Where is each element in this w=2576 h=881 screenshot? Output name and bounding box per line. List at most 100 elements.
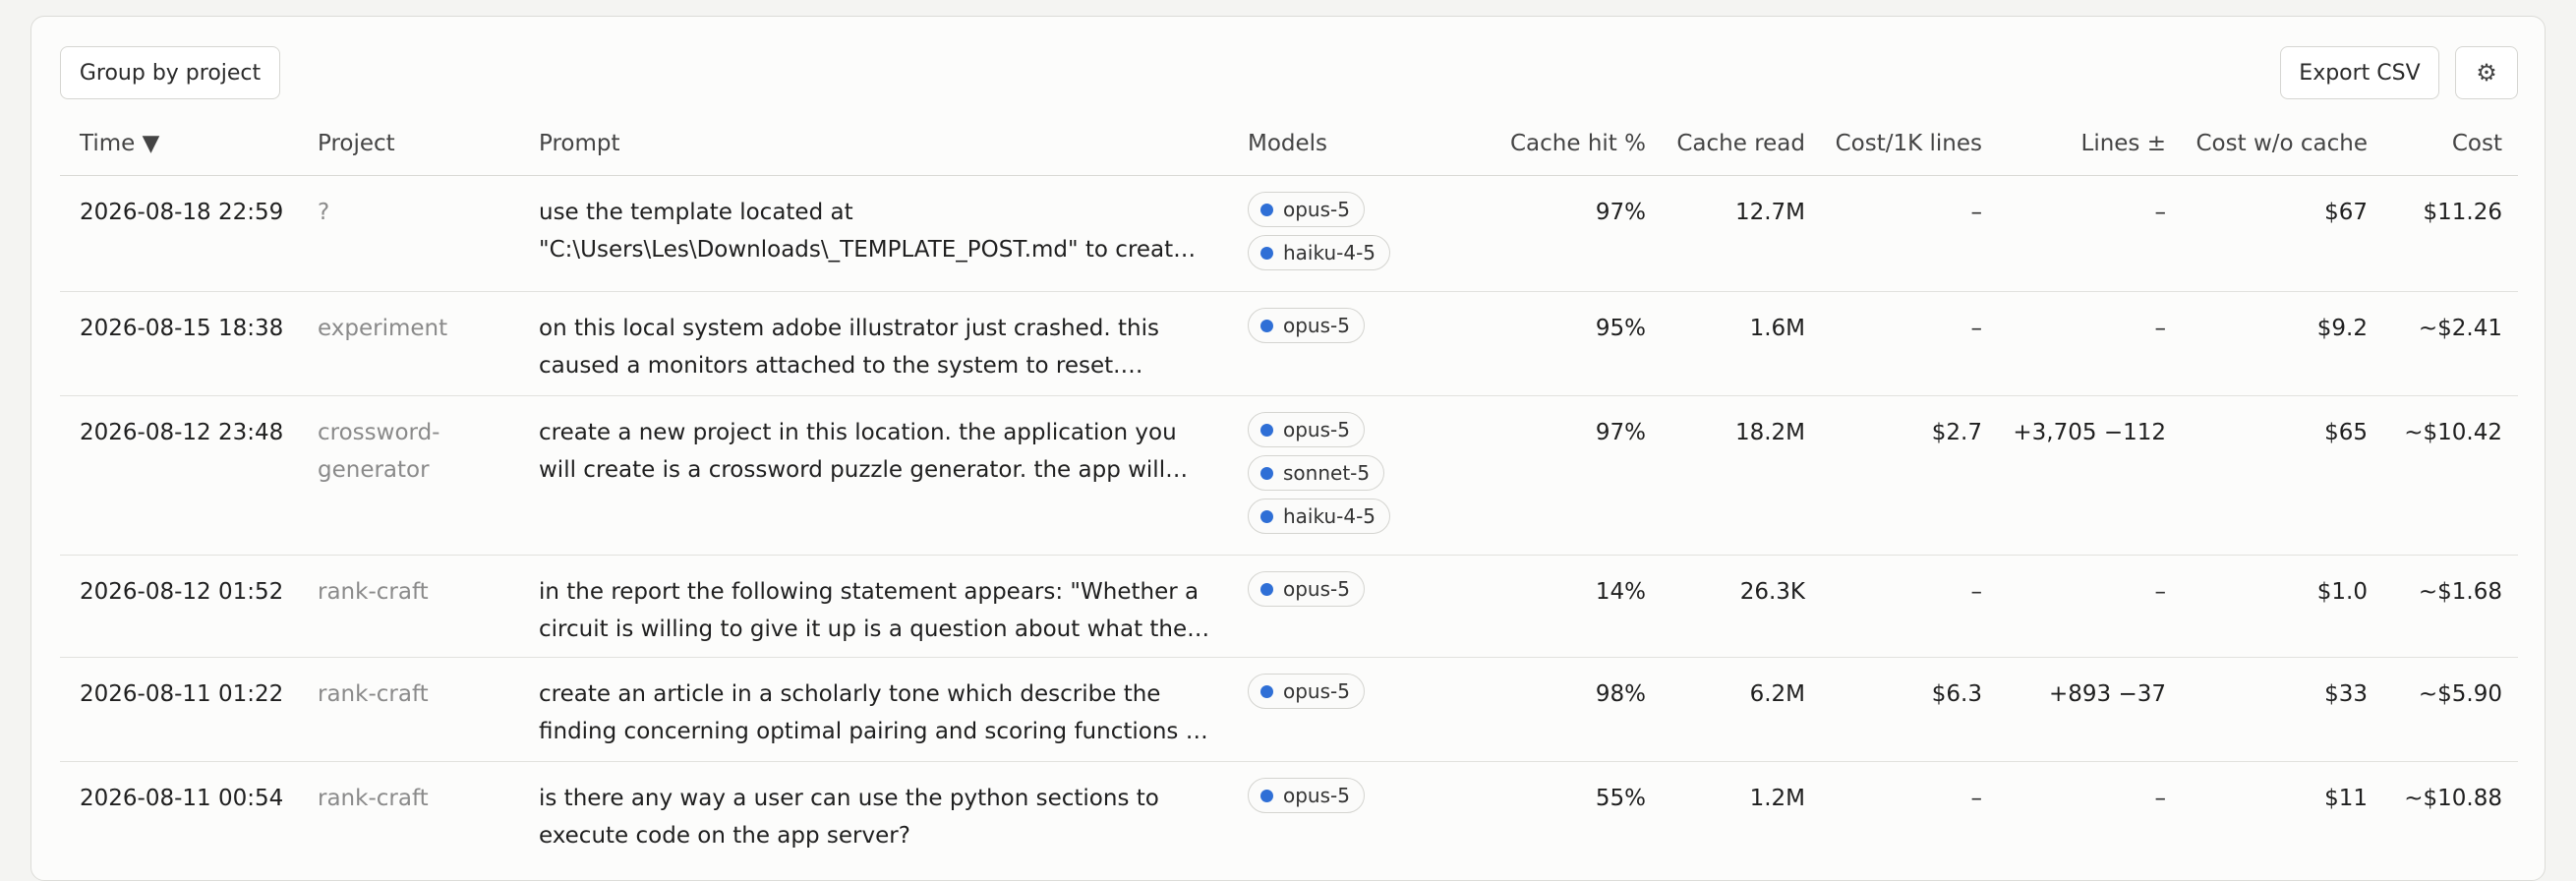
row-cost-without-cache: $65 (2324, 420, 2368, 445)
row-time: 2026-08-15 18:38 (80, 316, 284, 341)
row-models: opus-5 (1248, 674, 1444, 717)
row-project: rank-craft (318, 681, 429, 707)
model-badge: haiku-4-5 (1248, 499, 1391, 534)
row-lines: – (2154, 316, 2167, 341)
prompt-line: will create is a crossword puzzle genera… (539, 457, 1189, 483)
row-cost: ~$2.41 (2418, 316, 2502, 341)
row-lines: – (2154, 786, 2167, 811)
model-badge: haiku-4-5 (1248, 235, 1391, 270)
model-label: opus-5 (1283, 784, 1350, 807)
column-header-cache-read[interactable]: Cache read (1653, 131, 1805, 156)
prompt-line: use the template located at (539, 200, 853, 225)
column-header-cost[interactable]: Cost (2372, 131, 2502, 156)
model-badge: opus-5 (1248, 674, 1365, 709)
row-models: opus-5 haiku-4-5 (1248, 192, 1444, 278)
row-cost: ~$10.42 (2404, 420, 2502, 445)
model-label: opus-5 (1283, 679, 1350, 703)
column-header-cost-without-cache[interactable]: Cost w/o cache (2174, 131, 2369, 156)
row-cost-without-cache: $11 (2324, 786, 2368, 811)
row-cost-without-cache: $67 (2324, 200, 2368, 225)
row-cost-per-1k: – (1970, 786, 1983, 811)
prompt-line: create an article in a scholarly tone wh… (539, 681, 1161, 707)
row-project: ? (318, 200, 330, 225)
row-lines: +3,705 −112 (2013, 420, 2166, 445)
row-cache-hit: 97% (1595, 200, 1646, 225)
row-project: crossword- generator (318, 414, 514, 489)
row-cost: ~$1.68 (2418, 579, 2502, 605)
column-header-project[interactable]: Project (318, 131, 395, 156)
row-prompt: on this local system adobe illustrator j… (539, 310, 1217, 384)
row-time: 2026-08-12 01:52 (80, 579, 284, 605)
model-badge: opus-5 (1248, 308, 1365, 343)
table-row[interactable]: 2026-08-12 23:48 crossword- generator cr… (60, 396, 2518, 556)
row-models: opus-5 (1248, 778, 1444, 821)
row-time: 2026-08-12 23:48 (80, 420, 284, 445)
row-lines: – (2154, 200, 2167, 225)
prompt-line: circuit is willing to give it up is a qu… (539, 617, 1210, 642)
prompt-line: in the report the following statement ap… (539, 579, 1200, 605)
project-line: crossword- (318, 420, 440, 445)
row-cost-without-cache: $9.2 (2316, 316, 2368, 341)
row-cost-per-1k: $6.3 (1931, 681, 1982, 707)
row-prompt: in the report the following statement ap… (539, 573, 1217, 648)
model-label: haiku-4-5 (1283, 241, 1376, 264)
model-dot-icon (1260, 319, 1273, 332)
model-badge: sonnet-5 (1248, 455, 1385, 491)
model-dot-icon (1260, 789, 1273, 802)
column-header-time[interactable]: Time ▼ (80, 131, 159, 156)
model-label: haiku-4-5 (1283, 504, 1376, 528)
group-by-project-button[interactable]: Group by project (60, 46, 280, 99)
model-dot-icon (1260, 466, 1273, 480)
table-row[interactable]: 2026-08-18 22:59 ? use the template loca… (60, 176, 2518, 292)
table-row[interactable]: 2026-08-15 18:38 experiment on this loca… (60, 292, 2518, 396)
row-prompt: use the template located at "C:\Users\Le… (539, 194, 1217, 268)
row-time: 2026-08-11 01:22 (80, 681, 284, 707)
model-badge: opus-5 (1248, 778, 1365, 813)
settings-button[interactable]: ⚙ (2455, 46, 2518, 99)
row-prompt: create an article in a scholarly tone wh… (539, 675, 1217, 750)
column-header-prompt[interactable]: Prompt (539, 131, 620, 156)
model-dot-icon (1260, 582, 1273, 596)
row-cache-read: 1.6M (1749, 316, 1805, 341)
row-time: 2026-08-11 00:54 (80, 786, 284, 811)
row-cache-hit: 97% (1595, 420, 1646, 445)
row-lines: – (2154, 579, 2167, 605)
usage-panel: Group by project Export CSV ⚙ Time ▼ Pro… (30, 16, 2546, 881)
row-cache-hit: 95% (1595, 316, 1646, 341)
prompt-line: caused a monitors attached to the system… (539, 353, 1143, 379)
row-cache-read: 1.2M (1749, 786, 1805, 811)
model-badge: opus-5 (1248, 412, 1365, 447)
model-dot-icon (1260, 246, 1273, 260)
row-cache-read: 26.3K (1739, 579, 1805, 605)
table-row[interactable]: 2026-08-11 00:54 rank-craft is there any… (60, 762, 2518, 870)
model-dot-icon (1260, 203, 1273, 216)
model-dot-icon (1260, 423, 1273, 437)
export-csv-button[interactable]: Export CSV (2280, 46, 2439, 99)
row-cost: ~$5.90 (2418, 681, 2502, 707)
column-header-models[interactable]: Models (1248, 131, 1327, 156)
column-header-cache-hit[interactable]: Cache hit % (1476, 131, 1646, 156)
model-label: opus-5 (1283, 198, 1350, 221)
column-header-cost-per-1k-lines[interactable]: Cost/1K lines (1810, 131, 1982, 156)
row-cache-read: 18.2M (1734, 420, 1805, 445)
row-cache-hit: 98% (1595, 681, 1646, 707)
model-badge: opus-5 (1248, 571, 1365, 607)
prompt-line: "C:\Users\Les\Downloads\_TEMPLATE_POST.m… (539, 237, 1197, 263)
table-row[interactable]: 2026-08-12 01:52 rank-craft in the repor… (60, 556, 2518, 658)
row-project: rank-craft (318, 579, 429, 605)
table-row[interactable]: 2026-08-11 01:22 rank-craft create an ar… (60, 658, 2518, 762)
column-header-lines[interactable]: Lines ± (1987, 131, 2167, 156)
row-cost-without-cache: $1.0 (2316, 579, 2368, 605)
row-models: opus-5 (1248, 308, 1444, 351)
row-prompt: create a new project in this location. t… (539, 414, 1217, 489)
row-cost: $11.26 (2423, 200, 2502, 225)
row-prompt: is there any way a user can use the pyth… (539, 780, 1217, 854)
prompt-line: on this local system adobe illustrator j… (539, 316, 1159, 341)
row-cost-without-cache: $33 (2324, 681, 2368, 707)
prompt-line: create a new project in this location. t… (539, 420, 1177, 445)
row-cache-read: 12.7M (1734, 200, 1805, 225)
table-header: Time ▼ Project Prompt Models Cache hit %… (60, 111, 2518, 176)
model-label: sonnet-5 (1283, 461, 1371, 485)
row-cost-per-1k: $2.7 (1931, 420, 1982, 445)
row-time: 2026-08-18 22:59 (80, 200, 284, 225)
